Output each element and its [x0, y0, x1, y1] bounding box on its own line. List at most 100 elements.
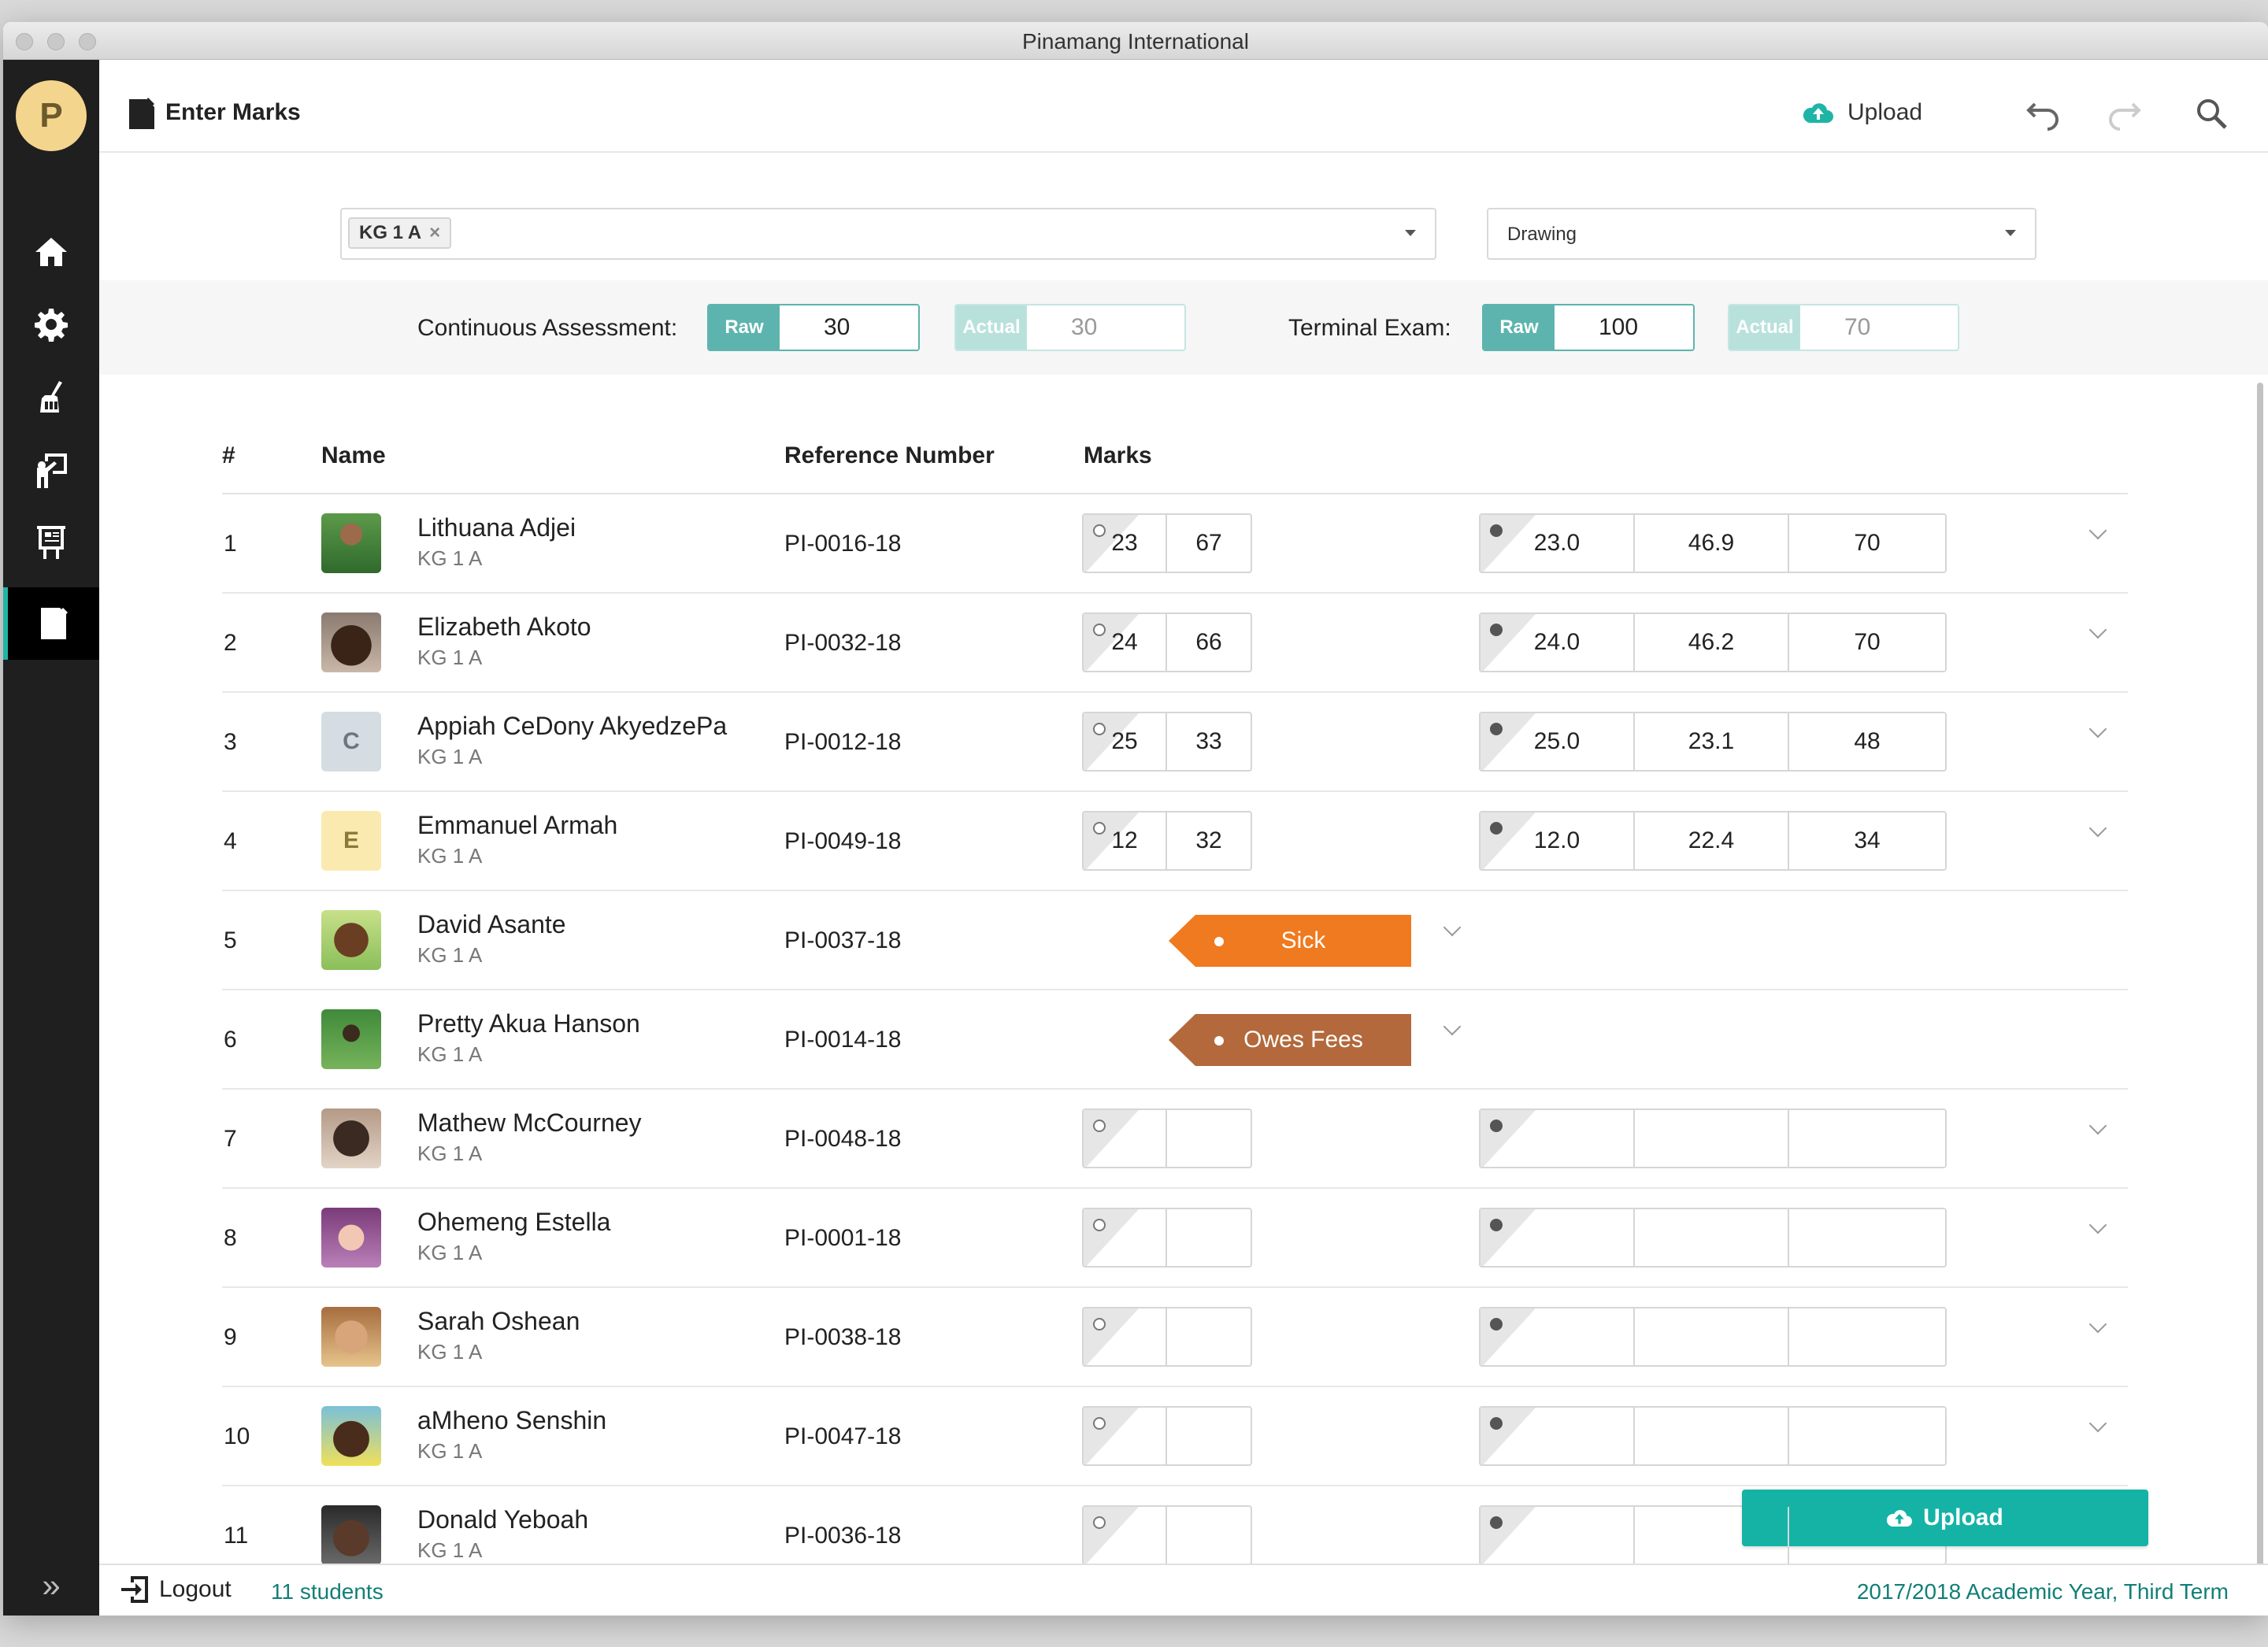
chevron-down-icon[interactable]: [2088, 1120, 2106, 1137]
sidebar-item-home[interactable]: [3, 216, 99, 288]
ca-raw-field[interactable]: Raw 30: [707, 304, 920, 351]
radio-icon[interactable]: [1093, 822, 1106, 835]
class-chip[interactable]: KG 1 A ×: [348, 217, 452, 249]
ca-raw-mark-input[interactable]: [1084, 1110, 1167, 1167]
exam-raw-mark-input[interactable]: 67: [1167, 515, 1251, 572]
sidebar-item-cleaning[interactable]: [3, 361, 99, 433]
radio-icon[interactable]: [1093, 1417, 1106, 1430]
chevron-down-icon[interactable]: [2088, 1318, 2106, 1335]
exam-raw-mark-input[interactable]: 33: [1167, 713, 1251, 770]
redo-icon[interactable]: [2104, 96, 2144, 132]
ca-raw-mark-input[interactable]: [1084, 1209, 1167, 1266]
ca-raw-mark-input[interactable]: [1084, 1408, 1167, 1464]
reference-number: PI-0049-18: [784, 828, 902, 854]
chevron-down-icon[interactable]: [2088, 822, 2106, 839]
table-row: 3 C Appiah CeDony AkyedzePa KG 1 A PI-0012-1…: [222, 693, 2128, 792]
subject-select[interactable]: Drawing: [1487, 208, 2036, 260]
student-name[interactable]: Pretty Akua Hanson: [417, 1009, 640, 1038]
chevron-down-icon[interactable]: [2088, 624, 2106, 641]
ca-actual-mark: [1480, 1209, 1635, 1266]
status-badge[interactable]: Owes Fees: [1169, 1014, 1411, 1066]
upload-link[interactable]: Upload: [1803, 99, 1922, 126]
check-icon[interactable]: [1490, 1516, 1503, 1529]
student-name[interactable]: Ohemeng Estella: [417, 1208, 610, 1237]
student-name[interactable]: Elizabeth Akoto: [417, 613, 591, 642]
exam-raw-mark-input[interactable]: [1167, 1209, 1251, 1266]
student-name[interactable]: Sarah Oshean: [417, 1307, 580, 1336]
actual-marks-group: [1479, 1208, 1947, 1268]
enter-marks-icon: [41, 608, 68, 639]
check-icon[interactable]: [1490, 1318, 1503, 1331]
remove-chip-icon[interactable]: ×: [429, 222, 440, 244]
search-icon[interactable]: [2192, 96, 2232, 132]
sidebar-item-settings[interactable]: [3, 288, 99, 361]
student-name[interactable]: Lithuana Adjei: [417, 513, 576, 542]
exam-raw-field[interactable]: Raw 100: [1482, 304, 1695, 351]
scrollbar[interactable]: [2257, 383, 2263, 1616]
table-body: 1 Lithuana Adjei KG 1 A PI-0016-18 23 67 23…: [222, 494, 2128, 1586]
exam-raw-mark-input[interactable]: [1167, 1408, 1251, 1464]
student-name[interactable]: Emmanuel Armah: [417, 811, 617, 840]
ca-raw-mark-input[interactable]: [1084, 1308, 1167, 1365]
ca-raw-mark-input[interactable]: 24: [1084, 614, 1167, 671]
radio-icon[interactable]: [1093, 1219, 1106, 1231]
undo-icon[interactable]: [2024, 96, 2063, 132]
radio-icon[interactable]: [1093, 624, 1106, 636]
ca-raw-mark-input[interactable]: 12: [1084, 812, 1167, 869]
radio-icon[interactable]: [1093, 1120, 1106, 1132]
check-icon[interactable]: [1490, 1417, 1503, 1430]
sidebar-item-board[interactable]: [3, 505, 99, 578]
actual-marks-group: [1479, 1406, 1947, 1466]
page-header: Enter Marks Upload: [99, 60, 2268, 153]
radio-icon[interactable]: [1093, 723, 1106, 735]
exam-raw-mark-input[interactable]: 32: [1167, 812, 1251, 869]
sidebar-item-teaching[interactable]: [3, 433, 99, 505]
chevron-down-icon[interactable]: [2088, 723, 2106, 740]
chevron-down-icon: [1405, 230, 1416, 236]
logout-button[interactable]: Logout: [120, 1575, 232, 1604]
chevron-down-icon[interactable]: [2088, 1219, 2106, 1236]
chevron-down-icon[interactable]: [1443, 1020, 1460, 1038]
student-name[interactable]: Donald Yeboah: [417, 1505, 588, 1534]
class-select[interactable]: KG 1 A ×: [340, 208, 1436, 260]
check-icon[interactable]: [1490, 624, 1503, 636]
row-number: 1: [224, 531, 237, 557]
exam-raw-mark-input[interactable]: [1167, 1507, 1251, 1564]
ca-raw-value[interactable]: 30: [780, 305, 918, 350]
chevron-down-icon[interactable]: [2088, 1417, 2106, 1434]
ca-raw-mark-input[interactable]: [1084, 1507, 1167, 1564]
chevron-down-icon[interactable]: [1443, 921, 1460, 938]
page-title: Enter Marks: [165, 99, 301, 125]
student-name[interactable]: David Asante: [417, 910, 566, 939]
student-name[interactable]: aMheno Senshin: [417, 1406, 606, 1435]
check-icon[interactable]: [1490, 524, 1503, 537]
exam-actual-value: 70: [1800, 305, 1958, 350]
ca-raw-mark-input[interactable]: 23: [1084, 515, 1167, 572]
ca-raw-mark-input[interactable]: 25: [1084, 713, 1167, 770]
status-badge[interactable]: Sick: [1169, 915, 1411, 967]
upload-link-label: Upload: [1847, 99, 1923, 125]
check-icon[interactable]: [1490, 1219, 1503, 1231]
student-class: KG 1 A: [417, 546, 483, 570]
check-icon[interactable]: [1490, 822, 1503, 835]
exam-raw-value[interactable]: 100: [1555, 305, 1693, 350]
student-name[interactable]: Mathew McCourney: [417, 1108, 642, 1138]
chevron-down-icon[interactable]: [2088, 524, 2106, 542]
exam-raw-mark-input[interactable]: 66: [1167, 614, 1251, 671]
check-icon[interactable]: [1490, 1120, 1503, 1132]
reference-number: PI-0036-18: [784, 1523, 902, 1549]
row-number: 3: [224, 729, 237, 755]
radio-icon[interactable]: [1093, 1516, 1106, 1529]
radio-icon[interactable]: [1093, 1318, 1106, 1331]
check-icon[interactable]: [1490, 723, 1503, 735]
actual-marks-group: [1479, 1505, 1947, 1565]
total-mark: [1789, 1507, 1945, 1564]
student-name[interactable]: Appiah CeDony AkyedzePa: [417, 712, 727, 741]
sidebar-item-enter-marks[interactable]: [3, 587, 99, 660]
radio-icon[interactable]: [1093, 524, 1106, 537]
exam-raw-mark-input[interactable]: [1167, 1110, 1251, 1167]
school-avatar[interactable]: P: [16, 80, 87, 151]
exam-raw-mark-input[interactable]: [1167, 1308, 1251, 1365]
raw-marks-group: [1082, 1406, 1252, 1466]
expand-sidebar-icon[interactable]: »: [3, 1564, 99, 1608]
